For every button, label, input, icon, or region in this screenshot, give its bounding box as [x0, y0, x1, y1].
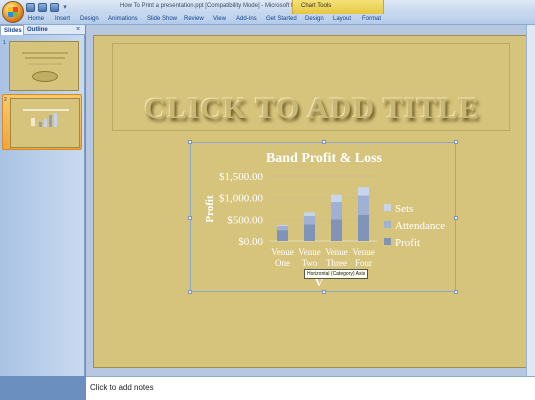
slide-number: 2 — [4, 97, 7, 103]
resize-handle-right[interactable] — [454, 216, 458, 220]
x-tick-label: Venue — [352, 247, 375, 257]
bar-sets — [304, 212, 315, 216]
bar-profit — [331, 219, 342, 241]
thumbnail-oval-shape — [32, 71, 58, 82]
bar-attendance — [304, 215, 315, 225]
thumbnail-subtitle-line — [28, 63, 62, 65]
y-axis-title: Profit — [204, 195, 216, 223]
y-tick-label: $500.00 — [227, 214, 263, 226]
bar-attendance — [331, 202, 342, 220]
resize-handle-bottom-left[interactable] — [188, 290, 192, 294]
notes-placeholder: Click to add notes — [90, 383, 154, 392]
office-button[interactable] — [2, 1, 24, 23]
y-tick-label: $1,500.00 — [219, 171, 264, 183]
slide-thumbnail-2-selected[interactable]: 2 — [2, 94, 82, 150]
slide-thumbnail-image — [10, 98, 80, 148]
title-bar: ▾ How To Print a presentation.ppt [Compa… — [0, 0, 535, 23]
bar-profit — [304, 224, 315, 241]
legend-swatch — [384, 204, 391, 211]
axis-tooltip: Horizontal (Category) Axis — [304, 269, 369, 279]
resize-handle-left[interactable] — [188, 216, 192, 220]
legend-label: Sets — [395, 203, 413, 215]
save-icon[interactable] — [26, 2, 35, 12]
resize-handle-bottom-right[interactable] — [454, 290, 458, 294]
tab-slides[interactable]: Slides — [0, 25, 24, 35]
legend-label: Attendance — [395, 220, 445, 232]
tab-get-started[interactable]: Get Started — [266, 16, 297, 22]
resize-handle-top-right[interactable] — [454, 140, 458, 144]
bar-sets — [358, 187, 369, 196]
bar-profit — [277, 230, 288, 241]
tab-insert[interactable]: Insert — [55, 16, 70, 22]
bar-attendance — [277, 225, 288, 231]
legend-swatch — [384, 238, 391, 245]
tab-view[interactable]: View — [213, 16, 226, 22]
tab-outline[interactable]: Outline — [27, 27, 48, 33]
tab-home[interactable]: Home — [28, 16, 44, 22]
x-tick-label: Venue — [298, 247, 321, 257]
resize-handle-top[interactable] — [322, 140, 326, 144]
tab-animations[interactable]: Animations — [108, 16, 138, 22]
ribbon-tab-bar: Home Insert Design Animations Slide Show… — [0, 14, 535, 25]
x-tick-label: Two — [302, 258, 318, 268]
slides-pane: Slides Outline × 1 2 — [0, 25, 85, 376]
slide-canvas: CLICK TO ADD TITLE Band Profit & Loss $1,… — [93, 35, 528, 368]
thumbnail-title-line — [22, 52, 68, 54]
tab-design[interactable]: Design — [80, 16, 99, 22]
customize-quick-access-icon[interactable]: ▾ — [62, 3, 68, 12]
resize-handle-top-left[interactable] — [188, 140, 192, 144]
x-tick-label: Venue — [271, 247, 294, 257]
tab-chart-design[interactable]: Design — [305, 16, 324, 22]
slide-editing-area: CLICK TO ADD TITLE Band Profit & Loss $1,… — [86, 25, 535, 376]
redo-icon[interactable] — [50, 2, 59, 12]
slide-thumbnail-image — [9, 41, 79, 91]
close-icon[interactable]: × — [76, 26, 80, 34]
pane-tab-bar: Slides Outline × — [0, 25, 85, 35]
undo-icon[interactable] — [38, 2, 47, 12]
legend-label: Profit — [395, 237, 420, 249]
y-tick-label: $1,000.00 — [219, 193, 264, 205]
title-placeholder-text: CLICK TO ADD TITLE — [144, 92, 480, 125]
x-tick-label: One — [275, 258, 290, 268]
chart-tools-context-label: Chart Tools — [292, 0, 384, 14]
thumbnail-bar — [44, 119, 47, 127]
y-tick-label: $0.00 — [238, 236, 263, 248]
thumbnail-title-line — [23, 109, 69, 111]
slide-number: 1 — [3, 40, 6, 46]
legend-swatch — [384, 221, 391, 228]
notes-pane[interactable]: Click to add notes — [86, 376, 535, 400]
tab-chart-layout[interactable]: Layout — [333, 16, 351, 22]
tab-chart-format[interactable]: Format — [362, 16, 381, 22]
x-tick-label: Four — [355, 258, 372, 268]
resize-handle-bottom[interactable] — [322, 290, 326, 294]
quick-access-toolbar: ▾ — [26, 2, 68, 12]
tab-add-ins[interactable]: Add-Ins — [236, 16, 257, 22]
x-tick-label: Three — [326, 258, 347, 268]
thumbnail-bar — [49, 115, 52, 127]
tab-review[interactable]: Review — [184, 16, 204, 22]
thumbnail-title-line — [25, 57, 65, 59]
bar-sets — [331, 194, 342, 202]
slide-thumbnail-1[interactable]: 1 — [2, 38, 82, 94]
chart-title: Band Profit & Loss — [266, 151, 383, 166]
thumbnail-bar — [54, 113, 57, 127]
bar-profit — [358, 215, 369, 241]
vertical-scrollbar[interactable] — [526, 25, 535, 376]
bar-sets — [277, 224, 288, 226]
thumbnail-bar — [39, 122, 42, 127]
office-button-icon — [8, 7, 18, 17]
thumbnail-axis-label — [31, 118, 35, 126]
bar-attendance — [358, 195, 369, 215]
tab-slide-show[interactable]: Slide Show — [147, 16, 177, 22]
x-tick-label: Venue — [325, 247, 348, 257]
title-placeholder[interactable]: CLICK TO ADD TITLE — [112, 43, 510, 131]
